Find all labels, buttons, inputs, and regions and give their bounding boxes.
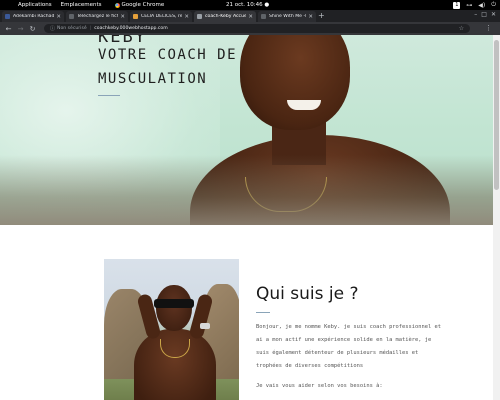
close-icon[interactable]: ✕ — [184, 14, 189, 20]
page-icon — [69, 14, 74, 19]
workspace-indicator[interactable]: 1 — [453, 1, 461, 9]
hero-photo-smile — [287, 100, 321, 110]
hero-title: VOTRE COACH DE — [98, 47, 238, 63]
page-viewport: KEBY VOTRE COACH DE MUSCULATION Qui suis… — [0, 35, 493, 400]
tab-title: Téléchargez le fichier « — [77, 14, 118, 19]
power-icon[interactable]: ⏻ — [491, 1, 496, 9]
info-icon[interactable]: ⓘ — [50, 25, 55, 32]
volume-icon[interactable]: ◀) — [478, 2, 485, 9]
maximize-icon[interactable]: □ — [481, 11, 487, 18]
kebab-menu-icon[interactable]: ⋮ — [485, 24, 492, 32]
hero-name-partial: KEBY — [98, 35, 147, 47]
star-icon[interactable]: ☆ — [459, 25, 464, 32]
close-window-icon[interactable]: ✕ — [491, 11, 496, 18]
hero-banner: KEBY VOTRE COACH DE MUSCULATION — [0, 35, 493, 225]
about-line: Je vais vous aider selon vos besoins à: — [256, 383, 383, 389]
tab-title: coach-Keby Accueil — [205, 14, 247, 19]
scrollbar-thumb[interactable] — [494, 40, 499, 190]
reload-icon[interactable]: ↻ — [29, 25, 36, 33]
page-icon — [133, 14, 138, 19]
photo-sunglasses — [154, 299, 194, 308]
places-menu[interactable]: Emplacements — [61, 2, 102, 8]
tab-telechargez[interactable]: Téléchargez le fichier « ✕ — [66, 11, 128, 22]
window-controls: – □ ✕ — [474, 11, 496, 18]
page-icon — [261, 14, 266, 19]
new-tab-icon[interactable]: + — [318, 11, 325, 20]
photo-watch — [200, 323, 210, 329]
hero-bottom-shade — [0, 155, 493, 225]
arrow-right-icon[interactable]: → — [17, 25, 24, 33]
security-label[interactable]: Non sécurisé — [57, 26, 87, 31]
hero-subtitle: MUSCULATION — [98, 71, 208, 87]
applications-menu[interactable]: Applications — [18, 2, 52, 8]
close-icon[interactable]: ✕ — [248, 14, 253, 20]
hero-divider — [98, 95, 120, 96]
tab-shine-with-me[interactable]: Shine With Me -le make ✕ — [258, 11, 316, 22]
network-icon[interactable]: ⊶ — [466, 2, 472, 9]
tab-title: CELIA DELICES, restaura — [141, 14, 183, 19]
browser-toolbar: ← → ↻ ⓘ Non sécurisé | coachkeby.000webh… — [0, 22, 500, 35]
minimize-icon[interactable]: – — [474, 11, 477, 18]
tab-adekambi[interactable]: Adekambi Rachad, le dé ✕ — [2, 11, 64, 22]
address-bar[interactable]: ⓘ Non sécurisé | coachkeby.000webhostapp… — [44, 24, 470, 33]
facebook-icon — [5, 14, 10, 19]
arrow-left-icon[interactable]: ← — [5, 25, 12, 33]
close-icon[interactable]: ✕ — [120, 14, 125, 20]
hero-photo-head — [240, 35, 350, 130]
coach-photo — [104, 259, 239, 400]
tab-title: Adekambi Rachad, le dé — [13, 14, 55, 19]
chrome-icon — [114, 2, 120, 8]
active-app-label: Google Chrome — [121, 2, 165, 8]
photo-head — [156, 285, 192, 331]
page-icon — [197, 14, 202, 19]
tab-coach-keby[interactable]: coach-Keby Accueil ✕ — [194, 11, 256, 22]
tab-celia-delices[interactable]: CELIA DELICES, restaura ✕ — [130, 11, 192, 22]
about-heading: Qui suis je ? — [256, 284, 359, 304]
close-icon[interactable]: ✕ — [56, 14, 61, 20]
about-text: Bonjour, je me nomme Keby. je suis coach… — [256, 321, 490, 393]
about-line: trophées de diverses compétitions — [256, 363, 364, 369]
about-line: Bonjour, je me nomme Keby. je suis coach… — [256, 324, 441, 330]
active-app-indicator[interactable]: Google Chrome — [114, 2, 165, 8]
about-line: suis également détenteur de plusieurs mé… — [256, 350, 419, 356]
tab-strip: Adekambi Rachad, le dé ✕ Téléchargez le … — [0, 10, 500, 22]
clock[interactable]: 21 oct. 10:46 ● — [226, 2, 269, 8]
separator: | — [89, 26, 92, 31]
os-top-panel: Applications Emplacements Google Chrome … — [0, 0, 500, 10]
system-tray: 1 ⊶ ◀) ⏻ — [453, 1, 496, 9]
tab-title: Shine With Me -le make — [269, 14, 306, 19]
about-line: ai a mon actif une expérience solide en … — [256, 337, 432, 343]
about-divider — [256, 312, 270, 313]
close-icon[interactable]: ✕ — [308, 14, 313, 20]
url-text[interactable]: coachkeby.000webhostapp.com — [94, 26, 167, 31]
